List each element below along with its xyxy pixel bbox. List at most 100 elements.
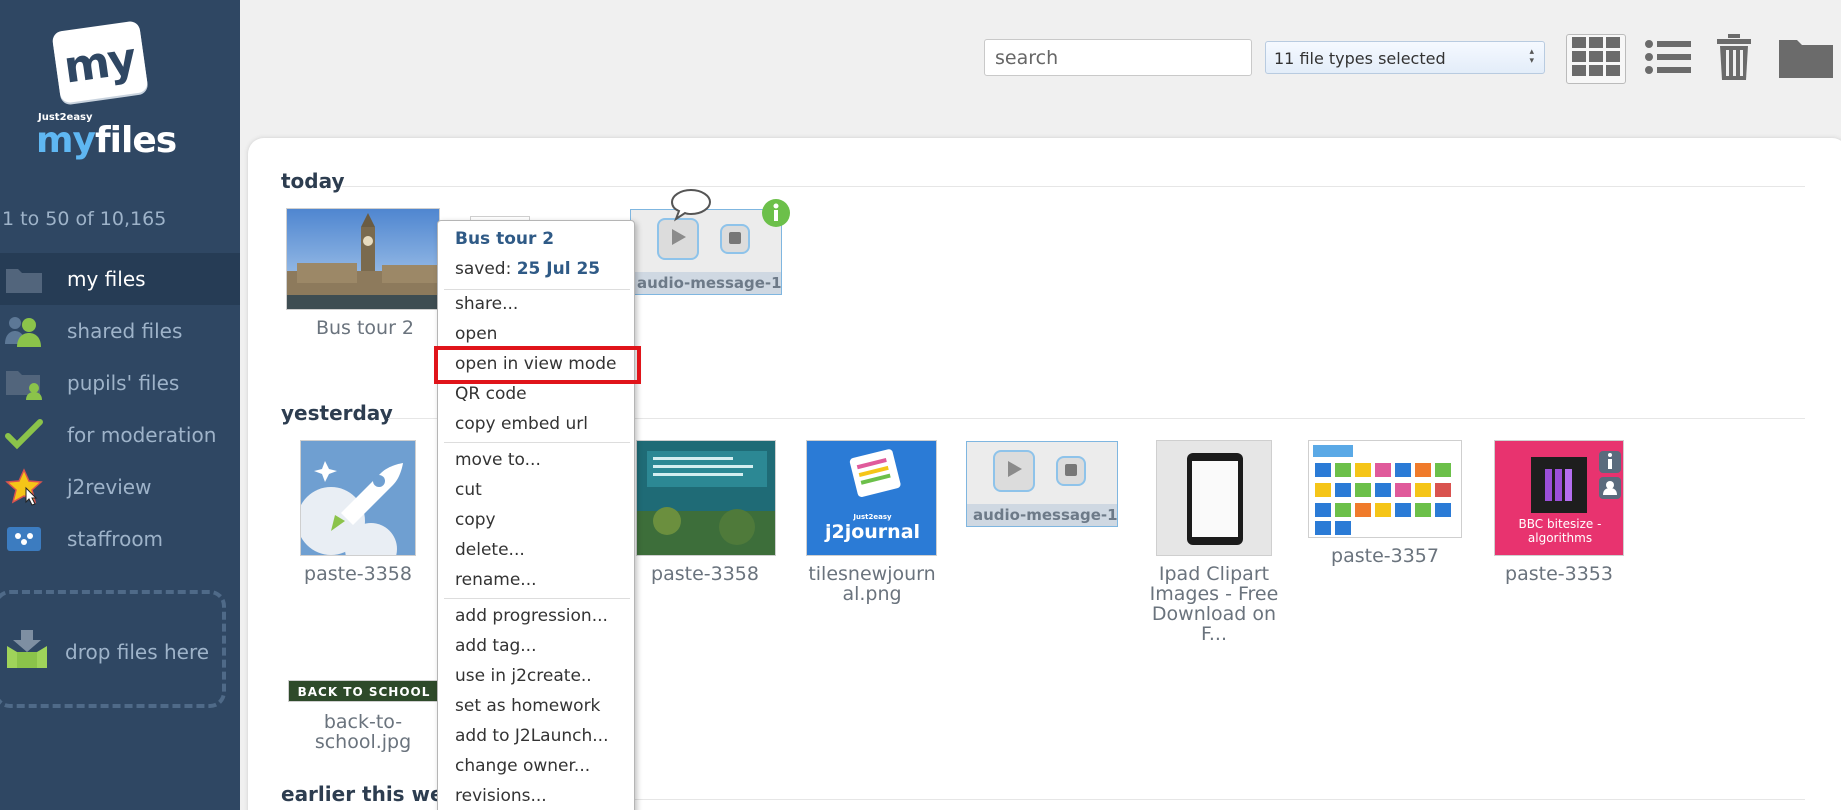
file-name: paste-3358 — [651, 563, 759, 585]
file-name-line: Ipad Clipart — [1158, 563, 1270, 585]
brand-files: files — [94, 120, 177, 161]
brand-name: myfiles — [36, 120, 177, 161]
menu-item-delete[interactable]: delete... — [455, 540, 525, 560]
file-count: 1 to 50 of 10,165 — [2, 208, 167, 230]
file-name-line: school.jpg — [314, 731, 412, 753]
grid-view-button[interactable] — [1566, 34, 1626, 84]
sidebar-item-label: for moderation — [67, 423, 217, 447]
menu-separator — [444, 442, 630, 443]
file-thumb-back-to-school[interactable]: BACK TO SCHOOL — [288, 680, 438, 702]
play-icon — [1004, 459, 1024, 483]
section-earlier-this-week: earlier this wee — [281, 782, 458, 806]
grid-icon — [1572, 37, 1620, 81]
section-today: today — [281, 169, 345, 193]
menu-item-move-to[interactable]: move to... — [455, 450, 541, 470]
menu-item-rename[interactable]: rename... — [455, 570, 537, 590]
menu-item-qr-code[interactable]: QR code — [455, 384, 527, 404]
list-icon — [1644, 39, 1692, 79]
menu-item-copy[interactable]: copy — [455, 510, 496, 530]
thumb-caption: BBC bitesize - algorithms — [1518, 517, 1602, 545]
file-types-select[interactable]: 11 file types selected ▴ ▾ — [1265, 41, 1545, 74]
file-name-line: Download on — [1151, 603, 1277, 625]
file-thumb-paste-3358-b[interactable] — [636, 440, 776, 556]
myfiles-logo[interactable]: my Just2easy myfiles — [34, 20, 177, 161]
sidebar-item-j2review[interactable]: j2review — [0, 461, 240, 513]
menu-item-copy-embed-url[interactable]: copy embed url — [455, 414, 588, 434]
file-thumb-ipad[interactable] — [1156, 440, 1272, 556]
file-name-line: Images - Free — [1149, 583, 1279, 605]
menu-item-share[interactable]: share... — [455, 294, 518, 314]
menu-separator — [444, 598, 630, 599]
stop-icon — [728, 230, 742, 249]
sidebar-item-my-files[interactable]: my files — [0, 253, 240, 305]
star-icon — [4, 468, 44, 506]
stop-icon — [1064, 462, 1078, 481]
search-input[interactable] — [984, 39, 1252, 76]
file-tile-audio-message[interactable]: audio-message-17 — [966, 441, 1118, 527]
folder-icon — [1779, 36, 1833, 82]
new-folder-button[interactable] — [1776, 34, 1836, 84]
pupil-folder-icon — [4, 366, 44, 400]
menu-title: Bus tour 2 — [455, 229, 555, 249]
list-view-button[interactable] — [1640, 34, 1696, 84]
stop-button[interactable] — [720, 224, 750, 254]
sidebar-item-pupils-files[interactable]: pupils' files — [0, 357, 240, 409]
file-name-line: tilesnewjourn — [808, 563, 936, 585]
delete-button[interactable] — [1712, 34, 1756, 84]
file-thumb-bus-tour[interactable] — [286, 208, 440, 310]
sidebar: my Just2easy myfiles 1 to 50 of 10,165 m… — [0, 0, 240, 810]
menu-item-add-to-j2launch[interactable]: add to J2Launch... — [455, 726, 608, 746]
context-menu: Bus tour 2 saved: 25 Jul 25 share... ope… — [437, 220, 635, 810]
drop-zone[interactable]: drop files here — [0, 590, 226, 708]
file-types-label: 11 file types selected — [1274, 49, 1446, 68]
thumb-banner-text: BACK TO SCHOOL — [297, 685, 431, 699]
info-icon[interactable] — [761, 198, 791, 232]
file-thumb-paste-3358[interactable] — [300, 440, 416, 556]
menu-item-set-as-homework[interactable]: set as homework — [455, 696, 600, 716]
sidebar-item-label: pupils' files — [67, 371, 180, 395]
section-yesterday: yesterday — [281, 401, 393, 425]
file-thumb-paste-3357[interactable] — [1308, 440, 1462, 538]
speech-bubble-icon — [670, 188, 712, 226]
upload-box-icon — [4, 630, 50, 674]
sidebar-item-label: my files — [67, 267, 146, 291]
thumb-brand-small: Just2easy — [853, 513, 892, 521]
sidebar-item-staffroom[interactable]: staffroom — [0, 513, 240, 565]
file-thumb-j2journal[interactable]: Just2easy j2journal — [806, 440, 937, 556]
thumb-brand: j2journal — [824, 521, 921, 543]
menu-item-use-in-j2create[interactable]: use in j2create.. — [455, 666, 592, 686]
section-divider — [342, 186, 1805, 187]
file-name: paste-3353 — [1505, 563, 1613, 585]
drop-label: drop files here — [65, 640, 210, 664]
file-name: tilesnewjourn al.png — [798, 564, 946, 604]
highlight-box — [434, 346, 641, 384]
file-name: paste-3357 — [1331, 545, 1439, 567]
logo-card-text: my — [60, 33, 138, 94]
select-arrows-icon: ▴ ▾ — [1529, 47, 1534, 66]
file-name-line: al.png — [842, 583, 902, 605]
file-name: Bus tour 2 — [315, 317, 415, 339]
menu-item-change-owner[interactable]: change owner... — [455, 756, 590, 776]
sidebar-item-label: j2review — [67, 475, 152, 499]
checkmark-icon — [4, 418, 44, 452]
menu-item-add-progression[interactable]: add progression... — [455, 606, 608, 626]
play-button[interactable] — [993, 450, 1035, 492]
file-name: paste-3358 — [304, 563, 412, 585]
sidebar-item-shared-files[interactable]: shared files — [0, 305, 240, 357]
play-icon — [668, 227, 688, 251]
saved-date: 25 Jul 25 — [516, 259, 601, 279]
menu-item-cut[interactable]: cut — [455, 480, 482, 500]
file-thumb-paste-3353[interactable]: BBC bitesize - algorithms — [1494, 440, 1624, 556]
section-divider — [560, 799, 1805, 800]
file-name: audio-message-17 — [967, 504, 1117, 526]
file-name: Ipad Clipart Images - Free Download on F… — [1132, 564, 1296, 644]
file-name: audio-message-17 — [631, 272, 781, 294]
stop-button[interactable] — [1056, 456, 1086, 486]
menu-item-revisions[interactable]: revisions... — [455, 786, 547, 806]
sidebar-item-for-moderation[interactable]: for moderation — [0, 409, 240, 461]
menu-separator — [444, 289, 630, 290]
brand-my: my — [36, 120, 96, 161]
people-icon — [4, 314, 44, 348]
menu-item-open[interactable]: open — [455, 324, 497, 344]
menu-item-add-tag[interactable]: add tag... — [455, 636, 537, 656]
